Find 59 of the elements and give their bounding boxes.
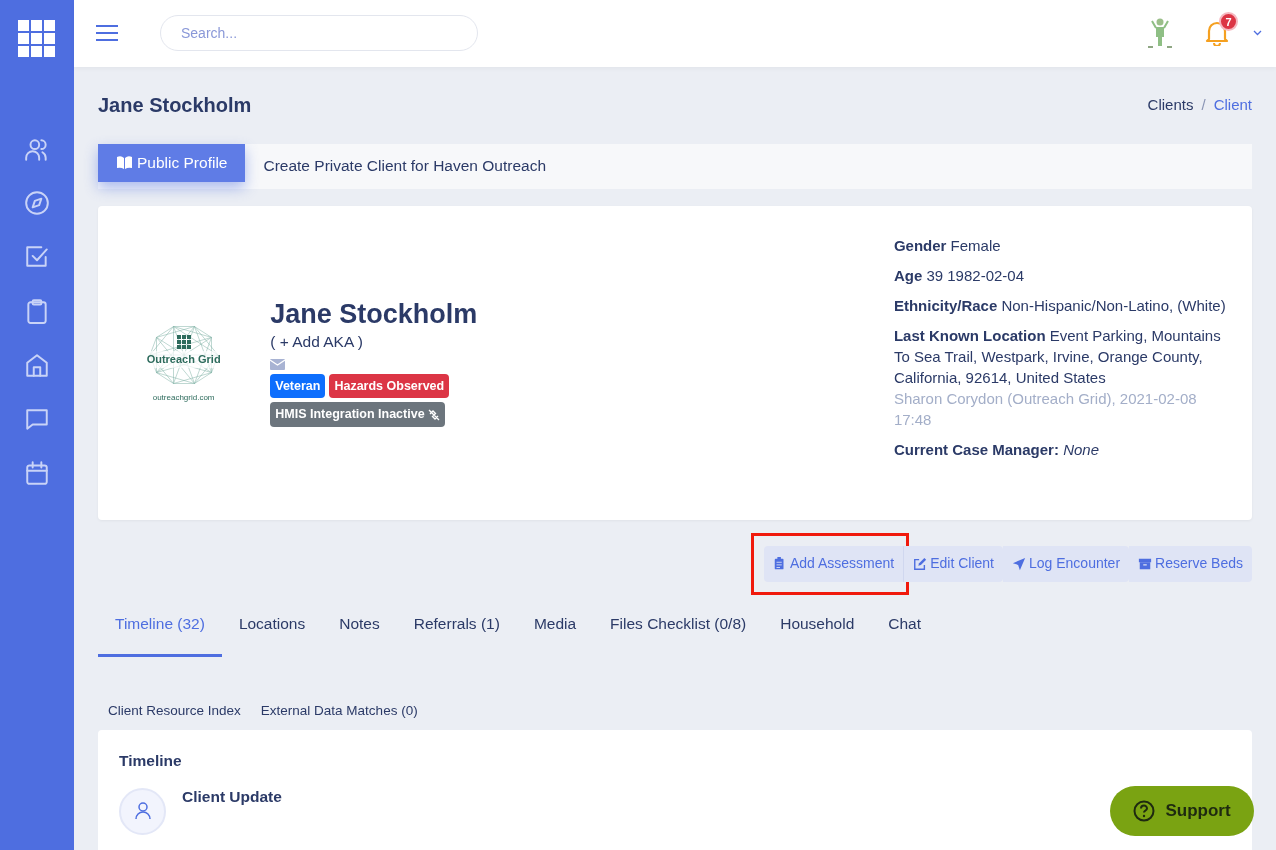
detail-note: Sharon Corydon (Outreach Grid), 2021-02-08 17:48 (893, 388, 1198, 430)
users-icon[interactable] (24, 136, 50, 162)
support-button[interactable]: Support (1110, 786, 1254, 836)
section-title: Timeline (119, 752, 183, 771)
search-field[interactable]: Search... (160, 15, 478, 52)
checkbox-icon[interactable] (24, 244, 50, 270)
tab[interactable]: Notes (322, 611, 397, 657)
menu-icon[interactable] (96, 25, 118, 42)
status-tag: HMIS Integration Inactive (270, 402, 445, 428)
action-button[interactable]: Add Assessment (763, 545, 905, 582)
chat-icon[interactable] (24, 406, 50, 432)
breadcrumb-separator: / (1201, 94, 1206, 115)
tab[interactable]: Household (763, 611, 872, 657)
help-icon (1133, 800, 1156, 822)
action-button[interactable]: Reserve Beds (1129, 545, 1252, 582)
unlink-icon (427, 408, 440, 421)
tab[interactable]: Files Checklist (0/8) (593, 611, 764, 657)
tab[interactable]: Media (516, 611, 594, 657)
client-name: Jane Stockholm (270, 297, 479, 331)
compass-icon[interactable] (24, 190, 50, 216)
page-title: Jane Stockholm (98, 93, 252, 117)
profile-tab[interactable]: Create Private Client for Haven Outreach (245, 147, 565, 185)
entry-title: Client Update (182, 786, 282, 807)
clipboard-icon[interactable] (24, 298, 50, 324)
archive-icon (1138, 556, 1153, 571)
tab[interactable]: Chat (871, 611, 939, 657)
navigation-arrow-icon (1012, 556, 1026, 571)
add-aka-link[interactable]: ( + Add AKA ) (270, 330, 363, 354)
caret-icon[interactable] (1253, 30, 1262, 37)
detail-text: Last Known Location Event Parking, Mountains To Sea Trail, Westpark, Irvine, Orange County, California, 92614, United States (893, 325, 1222, 388)
tab[interactable]: Locations (221, 611, 323, 657)
status-tag: Hazards Observed (329, 373, 450, 399)
edit-icon (913, 556, 928, 571)
profile-tab[interactable]: Public Profile (98, 143, 246, 182)
breadcrumb-link[interactable]: Clients (1147, 93, 1194, 117)
breadcrumb-link[interactable]: Client (1213, 93, 1252, 117)
apps-icon[interactable] (18, 20, 56, 58)
tab[interactable]: Referrals (1) (396, 611, 517, 657)
calendar-icon[interactable] (24, 460, 50, 486)
email-icon[interactable] (270, 358, 286, 370)
detail-text: Current Case Manager: None (893, 439, 1100, 460)
action-button[interactable]: Edit Client (904, 545, 1003, 582)
logo-text: Outreach Grid (146, 351, 221, 368)
bell-icon[interactable] (1205, 20, 1229, 47)
sub-tab[interactable]: Client Resource Index (98, 700, 251, 730)
clipboard-icon (772, 556, 787, 571)
home-icon[interactable] (24, 352, 50, 378)
action-button[interactable]: Log Encounter (1003, 545, 1130, 582)
logo-url: outreachgrid.com (152, 391, 215, 404)
detail-text: Age 39 1982-02-04 (893, 265, 1025, 286)
detail-text: Ethnicity/Race Non-Hispanic/Non-Latino, (White) (893, 295, 1227, 316)
book-icon (116, 154, 133, 169)
notification-badge: 7 (1219, 12, 1238, 32)
user-icon (134, 802, 151, 821)
tab[interactable]: Timeline (32) (98, 611, 222, 657)
status-tag: Veteran (270, 373, 326, 399)
detail-text: Gender Female (893, 235, 1002, 256)
sub-tab[interactable]: External Data Matches (0) (250, 700, 428, 730)
avatar-icon[interactable] (1147, 17, 1173, 50)
